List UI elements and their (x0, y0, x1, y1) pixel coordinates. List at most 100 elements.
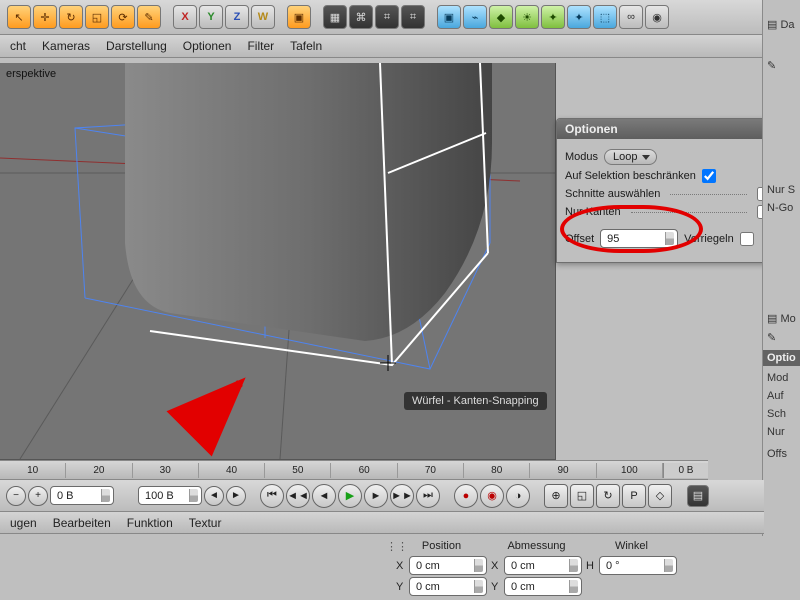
cube-prim-icon[interactable]: ▣ (437, 5, 461, 29)
timeline-mark: 90 (530, 463, 596, 478)
move-tool-icon[interactable]: ✛ (33, 5, 57, 29)
dim-y-field[interactable]: 0 cm (504, 577, 582, 596)
tool-group-render: ▦ ⌘ ⌗ ⌗ (322, 4, 426, 30)
select-cuts-label: Schnitte auswählen (565, 188, 660, 200)
menu-view[interactable]: cht (10, 39, 26, 53)
next-key-icon[interactable]: ► (364, 484, 388, 508)
key-rot-icon[interactable]: ↻ (596, 484, 620, 508)
edit-tool-icon[interactable]: ✎ (137, 5, 161, 29)
prev-key-icon[interactable]: ◄ (312, 484, 336, 508)
zoom-in-icon[interactable]: + (28, 486, 48, 506)
menu-options[interactable]: Optionen (183, 39, 232, 53)
goto-end-icon[interactable]: ⏭ (416, 484, 440, 508)
viewport-label: erspektive (0, 67, 62, 81)
autokey-icon[interactable]: ◉ (480, 484, 504, 508)
right-side-strip: ▤ Da ✎ Nur S N-Go ▤ Mo ✎ Optio Mod Auf S… (762, 0, 800, 600)
start-frame-field[interactable]: 0 B (50, 486, 114, 505)
coordinates-panel: ⋮⋮ Position X0 cm Y0 cm Abmessung X0 cm … (380, 536, 800, 600)
timeline-mark: 60 (331, 463, 397, 478)
pos-header: Position (396, 540, 487, 552)
options-panel: Optionen Modus Loop Auf Selektion beschr… (556, 118, 780, 263)
rot-h-field[interactable]: 0 ° (599, 556, 677, 575)
spline-prim-icon[interactable]: ⌁ (463, 5, 487, 29)
render-region-icon[interactable]: ⌘ (349, 5, 373, 29)
render-pv-icon[interactable]: ⌗ (375, 5, 399, 29)
w-axis-icon[interactable]: W (251, 5, 275, 29)
restrict-selection-checkbox[interactable] (702, 169, 716, 183)
rot-header: Winkel (586, 540, 677, 552)
menu-filter[interactable]: Filter (247, 39, 274, 53)
recent-tool-icon[interactable]: ⟳ (111, 5, 135, 29)
timeline-mark: 30 (133, 463, 199, 478)
tool-group-object: ▣ (286, 4, 312, 30)
goto-start-icon[interactable]: ⏮ (260, 484, 284, 508)
menu-cameras[interactable]: Kameras (42, 39, 90, 53)
timeline-mark: 40 (199, 463, 265, 478)
dim-x-field[interactable]: 0 cm (504, 556, 582, 575)
range-left-icon[interactable]: ◄ (204, 486, 224, 506)
lock-checkbox[interactable] (740, 232, 754, 246)
offset-label: Offset (565, 233, 594, 245)
menu-function[interactable]: Funktion (127, 516, 173, 530)
pos-y-field[interactable]: 0 cm (409, 577, 487, 596)
playback-bar: − + 0 B 100 B ◄ ► ⏮ ◄◄ ◄ ▶ ► ►► ⏭ ● ◉ ◑ … (0, 480, 764, 512)
keymode-icon[interactable]: ◑ (506, 484, 530, 508)
step-back-icon[interactable]: ◄◄ (286, 484, 310, 508)
generator-icon[interactable]: ☀ (515, 5, 539, 29)
deformer-icon[interactable]: ✦ (541, 5, 565, 29)
snap-tooltip: Würfel - Kanten-Snapping (404, 392, 547, 410)
timeline-mark: 10 (0, 463, 66, 478)
timeline-mark: 100 (597, 463, 663, 478)
rotate-tool-icon[interactable]: ↻ (59, 5, 83, 29)
offset-field[interactable]: 95 (600, 229, 678, 248)
object-mode-icon[interactable]: ▣ (287, 5, 311, 29)
scene-icon[interactable]: ✦ (567, 5, 591, 29)
viewport-menubar: cht Kameras Darstellung Optionen Filter … (0, 35, 800, 58)
light-icon[interactable]: ◉ (645, 5, 669, 29)
menu-tools[interactable]: ugen (10, 516, 37, 530)
x-axis-icon[interactable]: X (173, 5, 197, 29)
play-icon[interactable]: ▶ (338, 484, 362, 508)
menu-edit[interactable]: Bearbeiten (53, 516, 111, 530)
restrict-selection-label: Auf Selektion beschränken (565, 170, 696, 182)
timeline-mark: 70 (398, 463, 464, 478)
record-icon[interactable]: ● (454, 484, 478, 508)
key-param-icon[interactable]: P (622, 484, 646, 508)
render-view-icon[interactable]: ▦ (323, 5, 347, 29)
timeline-ruler[interactable]: 10 20 30 40 50 60 70 80 90 100 0 B (0, 460, 708, 480)
3d-viewport[interactable]: erspektive (0, 63, 556, 460)
options-panel-title: Optionen (557, 119, 779, 139)
layout-icon[interactable]: ▤ (687, 485, 709, 507)
key-pos-icon[interactable]: ⊕ (544, 484, 568, 508)
nurbs-prim-icon[interactable]: ◆ (489, 5, 513, 29)
tool-group-axis: X Y Z W (172, 4, 276, 30)
camera-icon[interactable]: ⬚ (593, 5, 617, 29)
y-axis-icon[interactable]: Y (199, 5, 223, 29)
timeline-mark: 80 (464, 463, 530, 478)
only-edges-label: Nur Kanten (565, 206, 621, 218)
key-pla-icon[interactable]: ◇ (648, 484, 672, 508)
pos-x-field[interactable]: 0 cm (409, 556, 487, 575)
tool-group-selection: ↖ ✛ ↻ ◱ ⟳ ✎ (6, 4, 162, 30)
scale-tool-icon[interactable]: ◱ (85, 5, 109, 29)
main-toolbar: ↖ ✛ ↻ ◱ ⟳ ✎ X Y Z W ▣ ▦ ⌘ ⌗ ⌗ ▣ ⌁ ◆ ☀ ✦ … (0, 0, 800, 35)
dim-header: Abmessung (491, 540, 582, 552)
select-tool-icon[interactable]: ↖ (7, 5, 31, 29)
tool-group-prims: ▣ ⌁ ◆ ☀ ✦ ✦ ⬚ ∞ ◉ (436, 4, 670, 30)
timeline-mark: 20 (66, 463, 132, 478)
z-axis-icon[interactable]: Z (225, 5, 249, 29)
eyes-icon[interactable]: ∞ (619, 5, 643, 29)
menu-texture[interactable]: Textur (189, 516, 222, 530)
timeline-mark: 50 (265, 463, 331, 478)
zoom-out-icon[interactable]: − (6, 486, 26, 506)
attribute-menubar: ugen Bearbeiten Funktion Textur (0, 512, 764, 534)
modus-label: Modus (565, 151, 598, 163)
end-frame-field[interactable]: 100 B (138, 486, 202, 505)
render-settings-icon[interactable]: ⌗ (401, 5, 425, 29)
menu-display[interactable]: Darstellung (106, 39, 167, 53)
step-fwd-icon[interactable]: ►► (390, 484, 414, 508)
key-scale-icon[interactable]: ◱ (570, 484, 594, 508)
menu-panels[interactable]: Tafeln (290, 39, 322, 53)
range-right-icon[interactable]: ► (226, 486, 246, 506)
modus-dropdown[interactable]: Loop (604, 149, 656, 165)
